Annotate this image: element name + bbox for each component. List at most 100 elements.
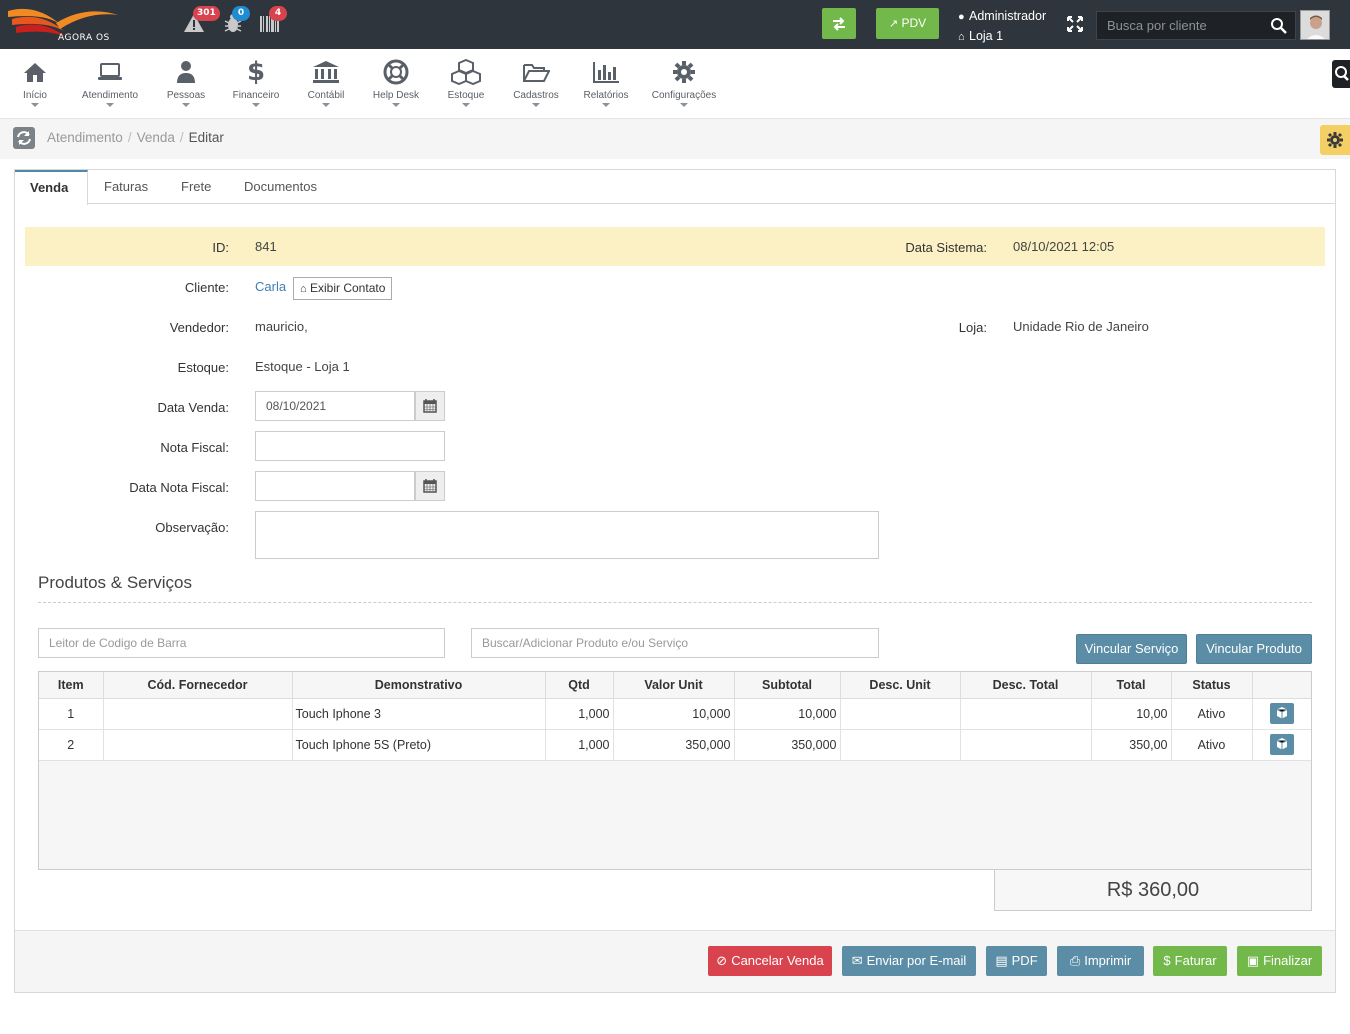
bug-notification[interactable]: 0 xyxy=(222,6,250,36)
user-icon: ● xyxy=(958,11,965,23)
nav-item-configuracoes[interactable]: Configurações xyxy=(650,57,718,107)
refresh-icon xyxy=(17,131,31,145)
search-icon xyxy=(1335,66,1349,81)
client-search[interactable] xyxy=(1096,11,1296,40)
chevron-down-icon xyxy=(322,103,330,107)
cliente-label: Cliente: xyxy=(184,280,229,295)
item-cell: 2 xyxy=(39,729,104,761)
warning-notification[interactable]: 301 xyxy=(183,6,220,36)
nav-item-help-desk[interactable]: Help Desk xyxy=(370,57,422,107)
faturar-button[interactable]: $ Faturar xyxy=(1153,946,1227,976)
nav-label: Help Desk xyxy=(372,90,420,101)
nav-item-cadastros[interactable]: Cadastros xyxy=(511,57,561,107)
avatar[interactable] xyxy=(1300,10,1330,40)
tab-venda[interactable]: Venda xyxy=(15,170,88,205)
pdv-button[interactable]: ↗ PDV xyxy=(876,8,939,39)
data-sistema-value: 08/10/2021 12:05 xyxy=(1013,239,1115,254)
observacao-textarea[interactable] xyxy=(255,511,879,559)
status-cell: Ativo xyxy=(1171,729,1253,761)
tab-documentos[interactable]: Documentos xyxy=(229,170,332,204)
vendedor-value: mauricio, xyxy=(255,319,308,334)
nav-item-financeiro[interactable]: $ Financeiro xyxy=(229,57,283,107)
nav-item-relatorios[interactable]: Relatórios xyxy=(581,57,631,107)
valor-unit-cell: 10,000 xyxy=(613,698,735,730)
expand-icon xyxy=(1067,16,1083,32)
table-header-row: Item Cód. Fornecedor Demonstrativo Qtd V… xyxy=(39,672,1311,699)
item-details-button[interactable] xyxy=(1269,703,1294,724)
agora-logo[interactable]: AGORA OS xyxy=(6,3,124,45)
cod-fornecedor-cell xyxy=(103,729,293,761)
fullscreen-button[interactable] xyxy=(1066,15,1084,33)
cliente-link[interactable]: Carla xyxy=(255,279,286,294)
data-sistema-label: Data Sistema: xyxy=(905,240,987,255)
id-value: 841 xyxy=(255,239,277,254)
refresh-button[interactable] xyxy=(13,127,35,149)
nav-item-estoque[interactable]: Estoque xyxy=(445,57,487,107)
vincular-produto-button[interactable]: Vincular Produto xyxy=(1196,634,1312,664)
action-footer: ⊘ Cancelar Venda ✉ Enviar por E-mail ▤ PDF … xyxy=(15,930,1335,992)
barcode-notification[interactable]: 4 xyxy=(259,6,287,36)
user-name: Administrador xyxy=(969,9,1047,23)
user-info[interactable]: ● Administrador ⌂ Loja 1 xyxy=(958,7,1046,47)
tab-frete[interactable]: Frete xyxy=(166,170,226,204)
column-header: Demonstrativo xyxy=(292,672,546,699)
tab-faturas[interactable]: Faturas xyxy=(89,170,163,204)
settings-button[interactable] xyxy=(1320,125,1350,155)
exibir-contato-label: Exibir Contato xyxy=(310,281,386,295)
desc-total-cell xyxy=(960,729,1092,761)
store-name: Loja 1 xyxy=(969,29,1004,43)
finalizar-label: Finalizar xyxy=(1263,953,1313,968)
status-cell: Ativo xyxy=(1171,698,1253,730)
chevron-down-icon xyxy=(462,103,470,107)
table-row[interactable]: 2 Touch Iphone 5S (Preto) 1,000 350,000 … xyxy=(39,729,1311,761)
vincular-servico-button[interactable]: Vincular Serviço xyxy=(1076,634,1187,664)
nav-label: Financeiro xyxy=(232,90,280,101)
nav-search-button[interactable] xyxy=(1332,60,1350,88)
enviar-email-button[interactable]: ✉ Enviar por E-mail xyxy=(842,946,976,976)
email-label: Enviar por E-mail xyxy=(866,953,967,968)
tab-bar: Venda Faturas Frete Documentos xyxy=(15,170,1335,205)
nav-item-contabil[interactable]: Contábil xyxy=(304,57,348,107)
bank-icon xyxy=(313,61,339,83)
external-link-icon: ↗ xyxy=(888,18,899,30)
nota-fiscal-field[interactable] xyxy=(255,431,445,461)
pdf-button[interactable]: ▤ PDF xyxy=(986,946,1047,976)
nav-item-inicio[interactable]: Início xyxy=(20,57,50,107)
finalizar-button[interactable]: ▣ Finalizar xyxy=(1237,946,1322,976)
demonstrativo-cell: Touch Iphone 5S (Preto) xyxy=(292,729,546,761)
data-nota-calendar-button[interactable] xyxy=(415,471,445,501)
nav-item-atendimento[interactable]: Atendimento xyxy=(78,57,142,107)
action-cell xyxy=(1252,729,1311,761)
valor-unit-cell: 350,000 xyxy=(613,729,735,761)
client-search-input[interactable] xyxy=(1097,12,1295,39)
imprimir-button[interactable]: ⎙ Imprimir xyxy=(1057,946,1144,976)
exibir-contato-button[interactable]: ⌂ Exibir Contato xyxy=(293,277,393,300)
cube-icon xyxy=(1276,707,1287,719)
main-navigation: Início Atendimento Pessoas $ Financeiro … xyxy=(0,49,1350,119)
column-header: Qtd xyxy=(545,672,614,699)
switch-button[interactable] xyxy=(822,8,856,39)
top-bar: AGORA OS 301 0 4 ↗ PDV ● Administrador ⌂… xyxy=(0,0,1350,49)
faturar-label: Faturar xyxy=(1174,953,1217,968)
nav-item-pessoas[interactable]: Pessoas xyxy=(164,57,208,107)
home-icon: ⌂ xyxy=(958,31,965,43)
breadcrumb-atendimento[interactable]: Atendimento xyxy=(47,130,123,145)
cancelar-venda-button[interactable]: ⊘ Cancelar Venda xyxy=(708,946,832,976)
column-header: Desc. Unit xyxy=(840,672,961,699)
search-icon[interactable] xyxy=(1270,17,1288,35)
chevron-down-icon xyxy=(532,103,540,107)
data-venda-calendar-button[interactable] xyxy=(415,391,445,421)
sale-edit-panel: Venda Faturas Frete Documentos ID: 841 D… xyxy=(14,169,1336,993)
data-venda-field[interactable]: 08/10/2021 xyxy=(255,391,415,421)
data-nota-fiscal-field[interactable] xyxy=(255,471,415,501)
table-row[interactable]: 1 Touch Iphone 3 1,000 10,000 10,000 10,… xyxy=(39,698,1311,730)
dollar-icon: $ xyxy=(1163,953,1171,968)
breadcrumb-bar: Atendimento / Venda / Editar xyxy=(0,119,1350,159)
product-search-input[interactable]: Buscar/Adicionar Produto e/ou Serviço xyxy=(471,628,879,658)
item-details-button[interactable] xyxy=(1269,734,1294,755)
breadcrumb-venda[interactable]: Venda xyxy=(137,130,175,145)
exchange-icon xyxy=(833,17,845,31)
barcode-reader-input[interactable]: Leitor de Codigo de Barra xyxy=(38,628,445,658)
gear-icon xyxy=(1327,132,1343,148)
column-header: Valor Unit xyxy=(613,672,735,699)
